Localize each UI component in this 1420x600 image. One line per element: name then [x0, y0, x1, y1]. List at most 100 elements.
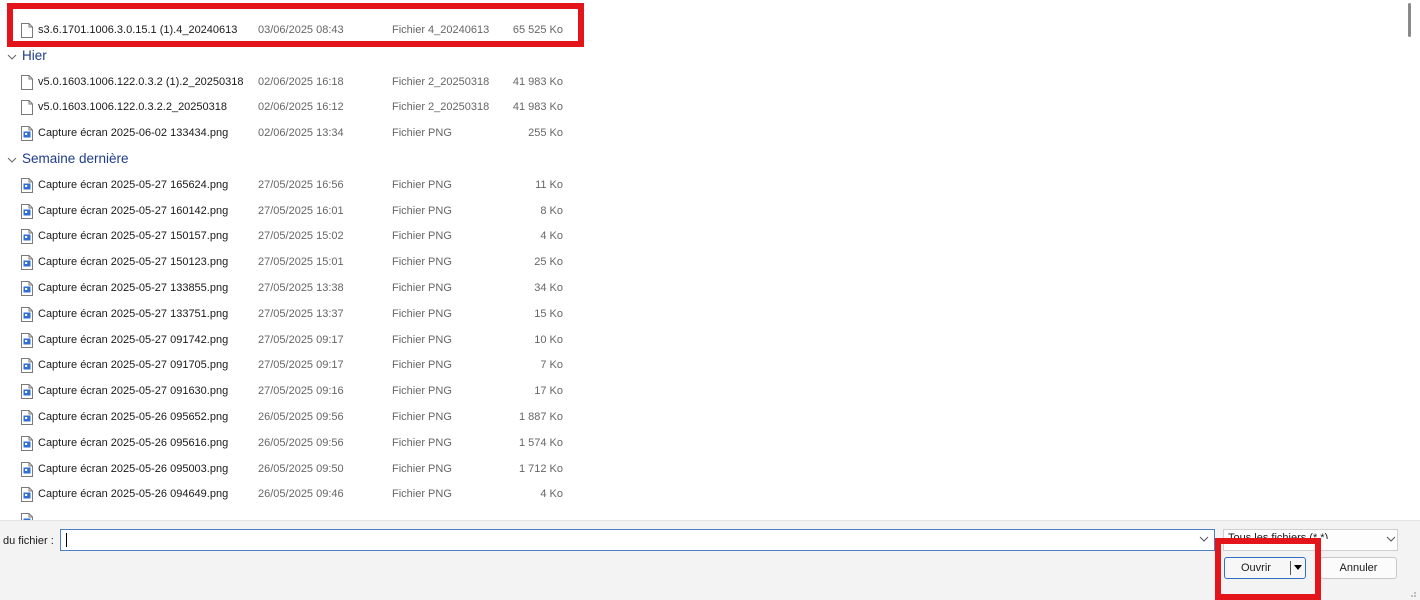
chevron-down-icon[interactable] — [1198, 533, 1210, 545]
png-file-icon — [21, 435, 33, 451]
file-size: 1 887 Ko — [518, 411, 563, 423]
file-row[interactable]: Capture écran 2025-05-26 095652.png 26/05… — [0, 405, 600, 431]
png-file-icon — [21, 177, 33, 193]
file-type: Fichier PNG — [392, 256, 452, 269]
png-file-icon — [21, 358, 33, 374]
file-date: 27/05/2025 13:37 — [258, 307, 344, 320]
png-file-icon — [21, 306, 33, 322]
file-size: 34 Ko — [534, 282, 563, 294]
group-header-label: Hier — [22, 47, 47, 63]
file-date: 03/06/2025 08:43 — [258, 24, 344, 36]
file-name: Capture écran 2025-05-27 160142.png — [38, 204, 229, 217]
file-size: 65 525 Ko — [512, 24, 563, 36]
file-date: 02/06/2025 16:18 — [258, 75, 344, 88]
file-row[interactable]: Capture écran 2025-05-27 133751.png 27/05… — [0, 302, 600, 328]
resize-grip-icon[interactable] — [1404, 585, 1418, 599]
file-row[interactable]: Capture écran 2025-05-27 160142.png 27/05… — [0, 199, 600, 225]
file-type: Fichier 2_20250318 — [392, 75, 490, 88]
file-row[interactable]: Capture écran 2025-05-26 094611.png26/05… — [0, 508, 600, 520]
file-date: 27/05/2025 09:16 — [258, 385, 344, 398]
png-file-icon — [21, 410, 33, 425]
file-date: 27/05/2025 15:01 — [258, 256, 344, 269]
file-type: Fichier 4_20240613 — [392, 24, 490, 36]
file-size: 10 Ko — [534, 333, 563, 346]
file-row[interactable]: s3.6.1701.1006.3.0.15.1 (1).4_20240613 03… — [0, 18, 600, 44]
png-file-icon — [21, 513, 33, 520]
file-type: Fichier PNG — [392, 307, 452, 320]
filename-label: du fichier : — [3, 535, 54, 547]
file-list: s3.6.1701.1006.3.0.15.1 (1).4_20240613 03… — [0, 0, 1402, 520]
blank-file-icon — [21, 100, 33, 116]
file-name: v5.0.1603.1006.122.0.3.2.2_20250318 — [38, 101, 228, 114]
png-file-icon — [21, 461, 33, 477]
file-name: Capture écran 2025-06-02 133434.png — [38, 127, 229, 140]
file-size: 17 Ko — [534, 385, 563, 398]
file-row[interactable]: Capture écran 2025-05-27 091742.png 27/05… — [0, 328, 600, 354]
file-type: Fichier PNG — [392, 385, 452, 398]
file-type: Fichier PNG — [392, 282, 452, 294]
png-file-icon — [21, 384, 33, 400]
png-file-icon — [21, 203, 33, 219]
file-size: 25 Ko — [534, 256, 563, 269]
file-row[interactable]: Capture écran 2025-05-27 165624.png 27/05… — [0, 173, 600, 199]
dropdown-arrow-icon[interactable] — [1294, 565, 1302, 570]
file-type: Fichier PNG — [392, 359, 452, 372]
open-button-label: Ouvrir — [1241, 562, 1271, 574]
file-name: Capture écran 2025-05-27 091705.png — [38, 359, 229, 372]
file-type-filter-value: Tous les fichiers (*.*) — [1228, 532, 1329, 539]
cancel-button[interactable]: Annuler — [1320, 557, 1397, 579]
group-header[interactable]: Semaine dernière — [0, 147, 600, 173]
file-size: 1 712 Ko — [518, 462, 563, 475]
file-name: Capture écran 2025-05-27 165624.png — [38, 178, 229, 191]
blank-file-icon — [21, 74, 33, 90]
file-date: 27/05/2025 16:01 — [258, 204, 344, 217]
chevron-down-icon[interactable] — [6, 51, 18, 63]
chevron-down-icon[interactable] — [1385, 533, 1397, 545]
group-header-label: Semaine dernière — [22, 151, 129, 166]
file-size: 7 Ko — [540, 359, 563, 372]
file-row[interactable]: Capture écran 2025-05-26 095003.png 26/05… — [0, 457, 600, 483]
file-row[interactable]: Capture écran 2025-05-27 091630.png 27/05… — [0, 379, 600, 405]
file-type: Fichier PNG — [392, 488, 452, 501]
file-name: Capture écran 2025-05-27 150123.png — [38, 256, 229, 269]
file-row[interactable]: Capture écran 2025-05-27 150157.png 27/05… — [0, 224, 600, 250]
chevron-down-icon[interactable] — [6, 154, 18, 166]
file-row[interactable]: Capture écran 2025-06-02 133434.png 02/06… — [0, 121, 600, 147]
file-name: Capture écran 2025-05-26 095652.png — [38, 411, 229, 423]
scrollbar-thumb[interactable] — [1408, 3, 1411, 37]
file-name: Capture écran 2025-05-26 095003.png — [38, 462, 229, 475]
dialog-bottom-bar: du fichier : Tous les fichiers (*.*) Ouv… — [0, 520, 1420, 600]
file-type: Fichier PNG — [392, 178, 452, 191]
vertical-scrollbar[interactable] — [1402, 0, 1420, 520]
png-file-icon — [21, 229, 33, 245]
file-date: 26/05/2025 09:56 — [258, 411, 344, 423]
file-row[interactable]: Capture écran 2025-05-27 091705.png 27/05… — [0, 353, 600, 379]
file-row[interactable]: Capture écran 2025-05-26 095616.png 26/05… — [0, 431, 600, 457]
file-type: Fichier 2_20250318 — [392, 101, 490, 114]
group-header[interactable]: Hier — [0, 44, 600, 70]
file-name: Capture écran 2025-05-26 094649.png — [38, 488, 229, 501]
file-name: Capture écran 2025-05-27 150157.png — [38, 230, 229, 243]
file-name: v5.0.1603.1006.122.0.3.2 (1).2_20250318 — [38, 75, 244, 88]
file-date: 27/05/2025 13:38 — [258, 282, 344, 294]
blank-file-icon — [21, 23, 33, 38]
file-type: Fichier PNG — [392, 462, 452, 475]
file-size: 41 983 Ko — [512, 101, 563, 114]
open-button[interactable]: Ouvrir — [1224, 557, 1306, 579]
file-date: 26/05/2025 09:56 — [258, 436, 344, 449]
file-date: 26/05/2025 09:46 — [258, 488, 344, 501]
file-type: Fichier PNG — [392, 333, 452, 346]
file-date: 02/06/2025 13:34 — [258, 127, 344, 140]
file-name: Capture écran 2025-05-27 091742.png — [38, 333, 229, 346]
png-file-icon — [21, 255, 33, 271]
file-row[interactable]: Capture écran 2025-05-27 150123.png 27/05… — [0, 250, 600, 276]
filename-input[interactable] — [60, 529, 1215, 551]
file-row[interactable]: v5.0.1603.1006.122.0.3.2 (1).2_20250318 0… — [0, 70, 600, 96]
file-row[interactable]: v5.0.1603.1006.122.0.3.2.2_20250318 02/06… — [0, 95, 600, 121]
file-row[interactable]: Capture écran 2025-05-26 094649.png 26/05… — [0, 482, 600, 508]
png-file-icon — [21, 332, 33, 348]
file-size: 15 Ko — [534, 307, 563, 320]
png-file-icon — [21, 126, 33, 142]
file-type: Fichier PNG — [392, 230, 452, 243]
file-row[interactable]: Capture écran 2025-05-27 133855.png 27/05… — [0, 276, 600, 302]
